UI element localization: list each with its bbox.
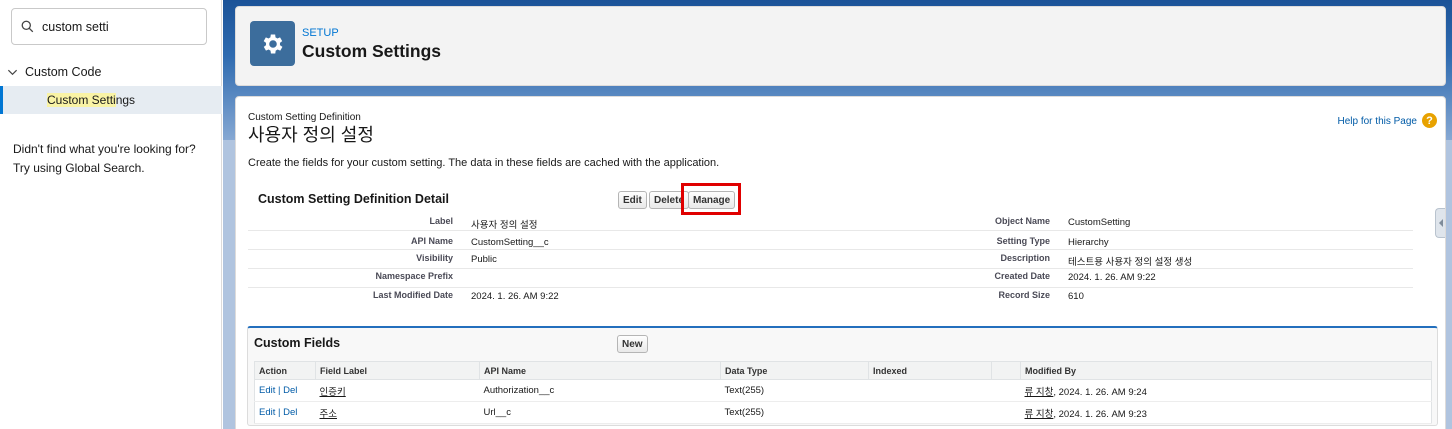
detail-row: Visibility Public Description 테스트용 사용자 정…	[248, 251, 1413, 269]
created-date-value: 2024. 1. 26. AM 9:22	[1068, 272, 1156, 283]
record-size-value: 610	[1068, 291, 1084, 302]
search-icon	[21, 20, 34, 33]
help-for-this-page-link[interactable]: Help for this Page	[1338, 116, 1418, 127]
tree-item-label: Custom Settings	[47, 93, 135, 107]
detail-row: Namespace Prefix Created Date 2024. 1. 2…	[248, 270, 1413, 288]
visibility-label: Visibility	[416, 253, 453, 263]
modified-date: , 2024. 1. 26. AM 9:24	[1053, 386, 1147, 398]
detail-row: Label 사용자 정의 설정 Object Name CustomSettin…	[248, 213, 1413, 231]
data-type-cell: Text(255)	[720, 379, 869, 402]
record-size-label: Record Size	[998, 290, 1050, 300]
detail-row: Last Modified Date 2024. 1. 26. AM 9:22 …	[248, 289, 1413, 307]
visibility-value: Public	[471, 254, 497, 265]
indexed-cell	[868, 379, 992, 402]
edit-link[interactable]: Edit	[259, 385, 275, 396]
help-icon[interactable]: ?	[1422, 113, 1437, 128]
page-header: SETUP Custom Settings	[235, 6, 1446, 86]
created-date-label: Created Date	[994, 271, 1050, 281]
modified-date: , 2024. 1. 26. AM 9:23	[1053, 408, 1147, 420]
tree-item-custom-code[interactable]: Custom Code	[0, 62, 222, 82]
search-match-highlight: Custom Setti	[47, 93, 116, 107]
setting-type-value: Hierarchy	[1068, 237, 1109, 248]
action-separator: |	[275, 407, 284, 418]
action-cell: Edit | Del	[254, 401, 316, 424]
label-value: 사용자 정의 설정	[471, 220, 538, 231]
not-found-line-1: Didn't find what you're looking for?	[13, 142, 196, 156]
column-header-blank	[991, 361, 1021, 380]
modified-by-cell: 류 지창, 2024. 1. 26. AM 9:24	[1020, 379, 1432, 402]
modified-by-user-link[interactable]: 류 지창	[1025, 409, 1054, 420]
modified-by-user-link[interactable]: 류 지창	[1025, 387, 1054, 398]
table-row: Edit | Del 인증키 Authorization__c Text(255…	[254, 379, 1432, 402]
detail-section-title: Custom Setting Definition Detail	[258, 192, 449, 206]
custom-fields-table: Action Field Label API Name Data Type In…	[254, 361, 1432, 424]
field-label-cell: 주소	[315, 401, 480, 424]
quick-find-box[interactable]	[11, 8, 207, 45]
blank-cell	[991, 379, 1021, 402]
gear-icon	[263, 33, 282, 54]
custom-fields-section: Custom Fields New Action Field Label API…	[247, 326, 1438, 426]
setup-sidebar: Custom Code Custom Settings Didn't find …	[0, 0, 222, 429]
modified-by-cell: 류 지창, 2024. 1. 26. AM 9:23	[1020, 401, 1432, 424]
table-header-row: Action Field Label API Name Data Type In…	[254, 361, 1432, 380]
detail-row: API Name CustomSetting__c Setting Type H…	[248, 232, 1413, 250]
data-type-cell: Text(255)	[720, 401, 869, 424]
side-panel-toggle[interactable]	[1435, 208, 1445, 238]
header-eyebrow: SETUP	[302, 27, 339, 39]
delete-link[interactable]: Del	[283, 385, 297, 396]
action-cell: Edit | Del	[254, 379, 316, 402]
not-found-message: Didn't find what you're looking for? Try…	[13, 140, 213, 178]
tree-item-custom-settings[interactable]: Custom Settings	[0, 86, 222, 114]
description-label: Description	[1000, 253, 1050, 263]
action-separator: |	[275, 385, 284, 396]
description-value: 테스트용 사용자 정의 설정 생성	[1068, 257, 1193, 268]
column-header-field-label[interactable]: Field Label	[315, 361, 480, 380]
last-modified-date-label: Last Modified Date	[372, 290, 453, 300]
last-modified-date-value: 2024. 1. 26. AM 9:22	[471, 291, 559, 302]
header-icon-tile	[250, 21, 295, 66]
api-name-value: CustomSetting__c	[471, 237, 549, 248]
custom-fields-title: Custom Fields	[254, 336, 341, 350]
column-header-api-name[interactable]: API Name	[479, 361, 721, 380]
definition-description: Create the fields for your custom settin…	[248, 157, 720, 169]
namespace-prefix-label: Namespace Prefix	[375, 271, 453, 281]
chevron-left-icon	[1438, 219, 1443, 227]
column-header-indexed[interactable]: Indexed	[868, 361, 992, 380]
column-header-modified-by[interactable]: Modified By	[1020, 361, 1432, 380]
label-label: Label	[429, 216, 453, 226]
page-title: Custom Settings	[302, 41, 442, 61]
blank-cell	[991, 401, 1021, 424]
setting-type-label: Setting Type	[996, 236, 1050, 246]
manage-highlight-box	[681, 183, 741, 215]
not-found-line-2: Try using Global Search.	[13, 161, 145, 175]
edit-button[interactable]: Edit	[618, 191, 647, 209]
tree-item-label-rest: ngs	[115, 93, 136, 107]
object-name-label: Object Name	[994, 216, 1050, 226]
field-label-link[interactable]: 주소	[320, 409, 337, 420]
field-label-cell: 인증키	[315, 379, 480, 402]
definition-title: 사용자 정의 설정	[248, 125, 374, 145]
api-name-cell: Authorization__c	[479, 379, 721, 402]
column-header-data-type[interactable]: Data Type	[720, 361, 869, 380]
api-name-cell: Url__c	[479, 401, 721, 424]
tree-item-label: Custom Code	[25, 65, 102, 79]
main-content-area: SETUP Custom Settings Custom Setting Def…	[223, 0, 1452, 429]
field-label-link[interactable]: 인증키	[320, 387, 346, 398]
new-field-button[interactable]: New	[617, 335, 648, 353]
table-row: Edit | Del 주소 Url__c Text(255) 류 지창, 202…	[254, 401, 1432, 424]
indexed-cell	[868, 401, 992, 424]
quick-find-input[interactable]	[42, 19, 192, 34]
custom-setting-detail-card: Custom Setting Definition 사용자 정의 설정 Help…	[235, 96, 1446, 429]
object-name-value: CustomSetting	[1068, 217, 1131, 228]
delete-link[interactable]: Del	[283, 407, 297, 418]
chevron-down-icon[interactable]	[7, 67, 18, 78]
column-header-action: Action	[254, 361, 316, 380]
edit-link[interactable]: Edit	[259, 407, 275, 418]
api-name-label: API Name	[410, 236, 453, 246]
